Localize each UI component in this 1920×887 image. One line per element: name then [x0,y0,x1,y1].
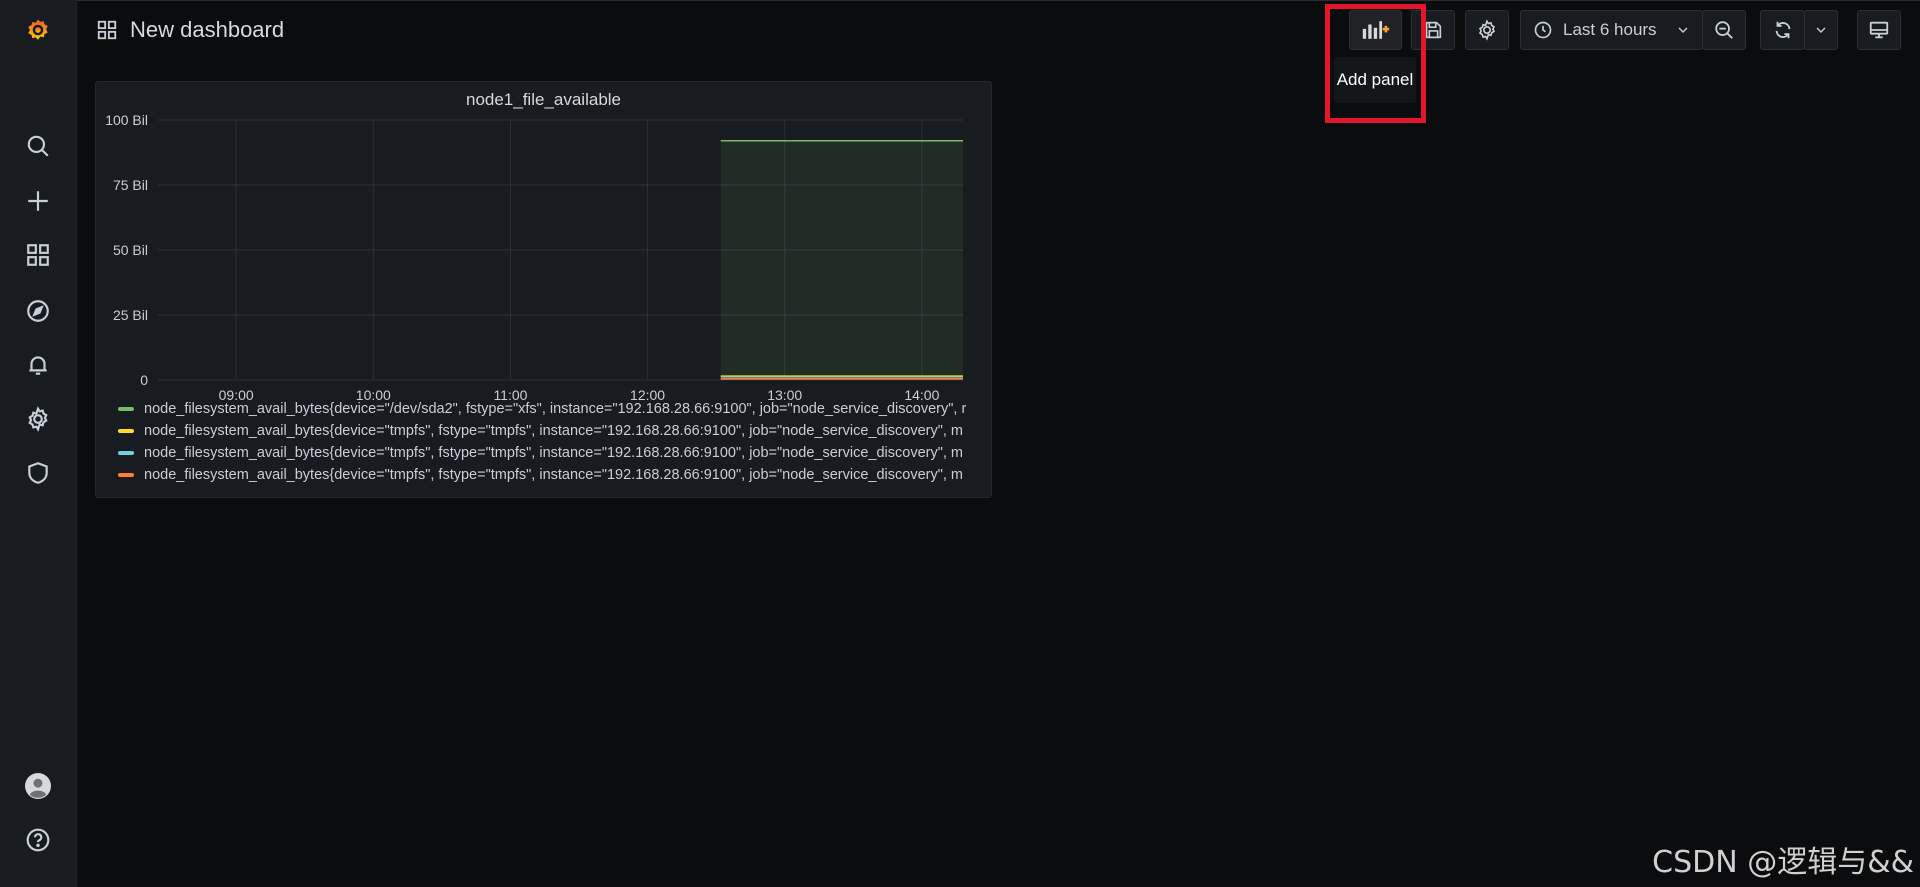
help-icon[interactable] [20,822,56,858]
gear-icon [1478,19,1496,41]
grafana-logo-icon[interactable] [20,12,56,48]
gear-icon[interactable] [20,401,56,437]
legend-swatch [118,407,134,411]
sidebar [0,0,77,887]
y-tick-label: 25 Bil [113,307,148,323]
dashboards-icon[interactable] [20,237,56,273]
y-tick-label: 75 Bil [113,177,148,193]
legend-label: node_filesystem_avail_bytes{device="/dev… [144,401,967,417]
legend-swatch [118,429,134,433]
user-avatar-icon[interactable] [20,768,56,804]
graph-panel[interactable]: node1_file_available 100 Bil 75 Bil 50 Bil… [95,81,992,498]
dashboard-settings-button[interactable] [1465,10,1509,50]
watermark-text: CSDN @逻辑与&& [1652,845,1914,880]
shield-icon[interactable] [20,455,56,491]
chevron-down-icon [1816,27,1826,33]
grafana-logo-svg [28,19,48,40]
refresh-icon [1775,21,1790,39]
legend-label: node_filesystem_avail_bytes{device="tmpf… [144,467,964,483]
zoom-out-icon [1715,21,1733,39]
alerting-bell-icon[interactable] [20,347,56,383]
time-range-picker[interactable]: Last 6 hours [1520,10,1703,50]
explore-icon[interactable] [20,293,56,329]
series-area-fill [720,140,963,380]
dashboard-title-bar[interactable]: New dashboard [96,14,284,46]
search-icon[interactable] [20,128,56,164]
highlight-annotation-box [1325,4,1426,123]
legend-label: node_filesystem_avail_bytes{device="tmpf… [144,423,964,439]
legend-item[interactable]: node_filesystem_avail_bytes{device="tmpf… [118,442,988,464]
y-tick-label: 100 Bil [105,112,148,128]
plus-icon[interactable] [20,183,56,219]
legend-swatch [118,473,134,477]
legend-item[interactable]: node_filesystem_avail_bytes{device="/dev… [118,398,988,420]
legend-item[interactable]: node_filesystem_avail_bytes{device="tmpf… [118,420,988,442]
dashboard-title[interactable]: New dashboard [130,17,284,43]
tv-mode-button[interactable] [1857,10,1901,50]
time-range-label: Last 6 hours [1563,20,1657,39]
top-border [0,0,1920,1]
legend-label: node_filesystem_avail_bytes{device="tmpf… [144,445,964,461]
refresh-button[interactable] [1760,10,1805,50]
refresh-interval-dropdown[interactable] [1804,10,1838,50]
chevron-down-icon [1678,27,1688,33]
zoom-out-button[interactable] [1702,10,1746,50]
legend-item[interactable]: node_filesystem_avail_bytes{device="tmpf… [118,464,988,486]
y-tick-label: 50 Bil [113,242,148,258]
dashboards-icon [97,20,117,40]
tv-mode-icon [1869,21,1889,39]
chart-legend: node_filesystem_avail_bytes{device="/dev… [118,398,988,486]
chart-svg: 100 Bil75 Bil50 Bil25 Bil009:00 10:00 11:0… [105,112,963,403]
y-tick-label: 0 [140,372,148,388]
clock-icon [1534,21,1552,39]
legend-swatch [118,451,134,455]
